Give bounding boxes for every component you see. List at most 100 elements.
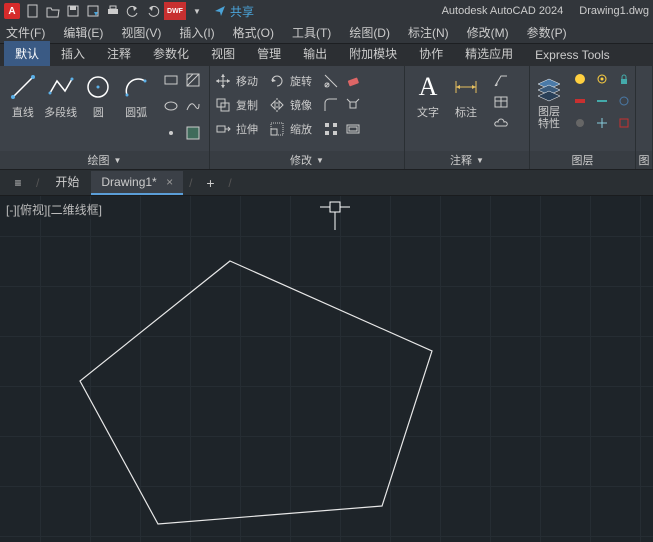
layer-on-icon[interactable] bbox=[570, 69, 590, 89]
arc-button[interactable]: 圆弧 bbox=[119, 70, 153, 147]
mirror-label[interactable]: 镜像 bbox=[290, 97, 318, 113]
dim-button[interactable]: 标注 bbox=[449, 70, 483, 147]
layer-thaw-icon[interactable] bbox=[592, 113, 612, 133]
menu-tools[interactable]: 工具(T) bbox=[292, 24, 331, 41]
panel-annotate-title[interactable]: 注释 ▼ bbox=[405, 151, 529, 169]
circle-label: 圆 bbox=[93, 104, 104, 120]
layer-off-icon[interactable] bbox=[570, 113, 590, 133]
stretch-label[interactable]: 拉伸 bbox=[236, 121, 264, 137]
offset-icon[interactable] bbox=[344, 120, 362, 138]
undo-icon[interactable] bbox=[124, 2, 142, 20]
layer-iso-icon[interactable] bbox=[570, 91, 590, 111]
explode-icon[interactable] bbox=[344, 96, 362, 114]
polyline-label: 多段线 bbox=[44, 104, 77, 120]
tab-insert[interactable]: 插入 bbox=[50, 41, 96, 66]
menu-icon[interactable]: ≡ bbox=[6, 173, 30, 193]
share-label: 共享 bbox=[230, 3, 254, 20]
polyline-button[interactable]: 多段线 bbox=[44, 70, 78, 147]
menu-format[interactable]: 格式(O) bbox=[233, 24, 274, 41]
region-icon[interactable] bbox=[183, 123, 203, 143]
layer-props-label: 图层 特性 bbox=[538, 106, 560, 130]
menu-file[interactable]: 文件(F) bbox=[6, 24, 45, 41]
dropdown-icon[interactable]: ▼ bbox=[188, 2, 206, 20]
tab-express[interactable]: Express Tools bbox=[524, 44, 620, 66]
rotate-icon[interactable] bbox=[268, 72, 286, 90]
panel-layers-title[interactable]: 图层 bbox=[530, 151, 635, 169]
menu-view[interactable]: 视图(V) bbox=[121, 24, 161, 41]
tab-view[interactable]: 视图 bbox=[200, 41, 246, 66]
copy-icon[interactable] bbox=[214, 96, 232, 114]
app-title: Autodesk AutoCAD 2024 bbox=[442, 5, 564, 17]
new-tab-button[interactable]: + bbox=[198, 173, 222, 193]
menu-edit[interactable]: 编辑(E) bbox=[63, 24, 103, 41]
menu-insert[interactable]: 插入(I) bbox=[179, 24, 214, 41]
menu-draw[interactable]: 绘图(D) bbox=[349, 24, 390, 41]
trim-icon[interactable] bbox=[322, 72, 340, 90]
layer-props-button[interactable]: 图层 特性 bbox=[534, 72, 564, 130]
rect-icon[interactable] bbox=[161, 70, 181, 90]
scale-label[interactable]: 缩放 bbox=[290, 121, 318, 137]
panel-draw-title[interactable]: 绘图 ▼ bbox=[0, 151, 209, 169]
tab-start[interactable]: 开始 bbox=[45, 169, 89, 196]
mirror-icon[interactable] bbox=[268, 96, 286, 114]
ribbon: 直线 多段线 圆 圆弧 绘图 ▼ bbox=[0, 66, 653, 170]
app-logo[interactable]: A bbox=[4, 3, 20, 19]
chevron-down-icon: ▼ bbox=[476, 156, 484, 165]
layer-prev-icon[interactable] bbox=[614, 91, 634, 111]
drawing-canvas[interactable]: [-][俯视][二维线框] bbox=[0, 196, 653, 542]
tab-annotate[interactable]: 注释 bbox=[96, 41, 142, 66]
point-icon[interactable] bbox=[161, 123, 181, 143]
circle-button[interactable]: 圆 bbox=[82, 70, 116, 147]
save-icon[interactable] bbox=[64, 2, 82, 20]
tab-output[interactable]: 输出 bbox=[292, 41, 338, 66]
layer-match-icon[interactable] bbox=[592, 91, 612, 111]
tab-manage[interactable]: 管理 bbox=[246, 41, 292, 66]
tab-parametric[interactable]: 参数化 bbox=[142, 41, 200, 66]
saveas-icon[interactable] bbox=[84, 2, 102, 20]
share-button[interactable]: 共享 bbox=[214, 3, 254, 20]
title-text: Autodesk AutoCAD 2024 Drawing1.dwg bbox=[442, 5, 649, 17]
menu-dim[interactable]: 标注(N) bbox=[408, 24, 449, 41]
dwf-icon[interactable]: DWF bbox=[164, 2, 186, 20]
title-bar: A DWF ▼ 共享 Autodesk AutoCAD 2024 Drawing… bbox=[0, 0, 653, 22]
menu-modify[interactable]: 修改(M) bbox=[467, 24, 509, 41]
print-icon[interactable] bbox=[104, 2, 122, 20]
line-button[interactable]: 直线 bbox=[6, 70, 40, 147]
new-icon[interactable] bbox=[24, 2, 42, 20]
tab-default[interactable]: 默认 bbox=[4, 41, 50, 66]
layer-lock-icon[interactable] bbox=[614, 69, 634, 89]
share-icon bbox=[214, 5, 226, 17]
close-icon[interactable]: × bbox=[166, 175, 173, 189]
move-label[interactable]: 移动 bbox=[236, 73, 264, 89]
line-icon bbox=[8, 72, 38, 102]
tab-featured[interactable]: 精选应用 bbox=[454, 41, 524, 66]
table-icon[interactable] bbox=[491, 92, 511, 112]
layer-freeze-icon[interactable] bbox=[592, 69, 612, 89]
move-icon[interactable] bbox=[214, 72, 232, 90]
hatch-icon[interactable] bbox=[183, 70, 203, 90]
redo-icon[interactable] bbox=[144, 2, 162, 20]
tab-collab[interactable]: 协作 bbox=[408, 41, 454, 66]
tab-drawing[interactable]: Drawing1* × bbox=[91, 171, 183, 195]
scale-icon[interactable] bbox=[268, 120, 286, 138]
spline-icon[interactable] bbox=[183, 96, 203, 116]
cloud-icon[interactable] bbox=[491, 114, 511, 134]
ellipse-icon[interactable] bbox=[161, 96, 181, 116]
open-icon[interactable] bbox=[44, 2, 62, 20]
layer-state-icon[interactable] bbox=[614, 113, 634, 133]
tab-addins[interactable]: 附加模块 bbox=[338, 41, 408, 66]
stretch-icon[interactable] bbox=[214, 120, 232, 138]
fillet-icon[interactable] bbox=[322, 96, 340, 114]
menu-param[interactable]: 参数(P) bbox=[527, 24, 567, 41]
text-button[interactable]: A 文字 bbox=[411, 70, 445, 147]
erase-icon[interactable] bbox=[344, 72, 362, 90]
copy-label[interactable]: 复制 bbox=[236, 97, 264, 113]
leader-icon[interactable] bbox=[491, 70, 511, 90]
ribbon-tab-strip: 默认 插入 注释 参数化 视图 管理 输出 附加模块 协作 精选应用 Expre… bbox=[0, 44, 653, 66]
array-icon[interactable] bbox=[322, 120, 340, 138]
text-label: 文字 bbox=[417, 104, 439, 120]
drawing-content bbox=[0, 196, 653, 542]
panel-other-title[interactable]: 图 bbox=[636, 151, 652, 169]
rotate-label[interactable]: 旋转 bbox=[290, 73, 318, 89]
panel-modify-title[interactable]: 修改 ▼ bbox=[210, 151, 404, 169]
